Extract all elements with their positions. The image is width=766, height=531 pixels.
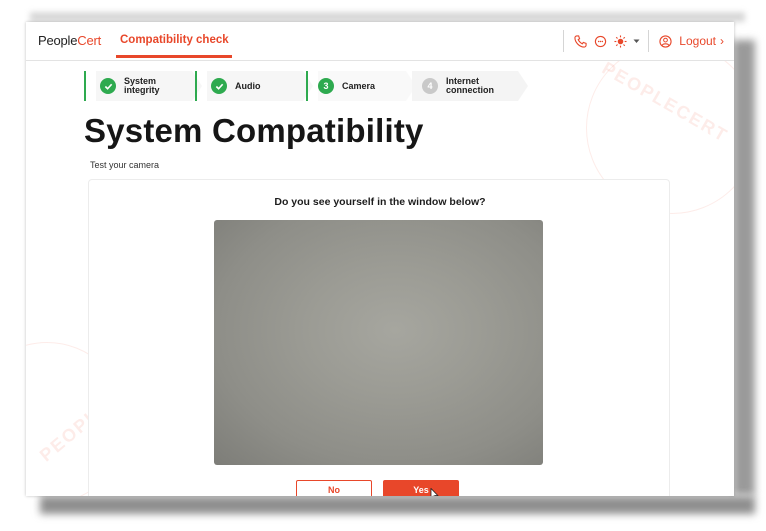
step-bar [195,71,197,101]
backdrop-shadow-bottom [40,496,755,514]
top-bar: PeopleCert Compatibility check Logout › [26,22,734,61]
chevron-right-icon[interactable]: › [720,34,724,48]
camera-question: Do you see yourself in the window below? [274,196,486,208]
chevron-down-icon[interactable] [632,33,640,49]
toolbar-divider [648,30,650,52]
logout-button[interactable]: Logout [679,34,716,48]
step-audio: Audio [195,71,313,101]
backdrop-shadow-right [733,40,755,495]
step-camera: 3 Camera [306,71,416,101]
camera-preview [214,220,543,465]
step-pill: Audio [207,71,313,101]
step-label: Audio [235,80,261,91]
step-pill: 3 Camera [318,71,416,101]
tab-compatibility-check[interactable]: Compatibility check [120,34,229,46]
page-title: System Compatibility [84,112,424,149]
check-icon [211,78,227,94]
tab-active-indicator [116,55,232,58]
check-icon [100,78,116,94]
no-button[interactable]: No [296,480,372,496]
backdrop-shadow-top [30,12,745,22]
step-number-badge: 4 [422,78,438,94]
yes-button[interactable]: Yes [383,480,459,496]
step-bar [84,71,86,101]
step-pill: System integrity [96,71,202,101]
theme-sun-icon[interactable] [612,33,628,49]
toolbar-divider [563,30,565,52]
mouse-cursor-icon [430,488,439,496]
brand-cert: Cert [77,33,102,48]
step-label: Internet connection [446,76,495,95]
step-bar [306,71,308,101]
step-system-integrity: System integrity [84,71,202,101]
step-label: Camera [342,80,376,91]
browser-window: PEOPLECERT PEOPLECERT PeopleCert Compati… [26,22,734,496]
step-internet-connection: 4 Internet connection [412,71,528,101]
phone-support-icon[interactable] [572,33,588,49]
brand-people: People [38,33,78,48]
toolbar: Logout › [557,30,724,52]
brand-logo[interactable]: PeopleCert [38,33,101,48]
step-pill: 4 Internet connection [412,71,528,101]
chat-icon[interactable] [592,33,608,49]
step-label: System integrity [124,76,160,95]
user-icon[interactable] [657,33,673,49]
page-subtitle: Test your camera [90,160,160,170]
step-number-badge: 3 [318,78,334,94]
